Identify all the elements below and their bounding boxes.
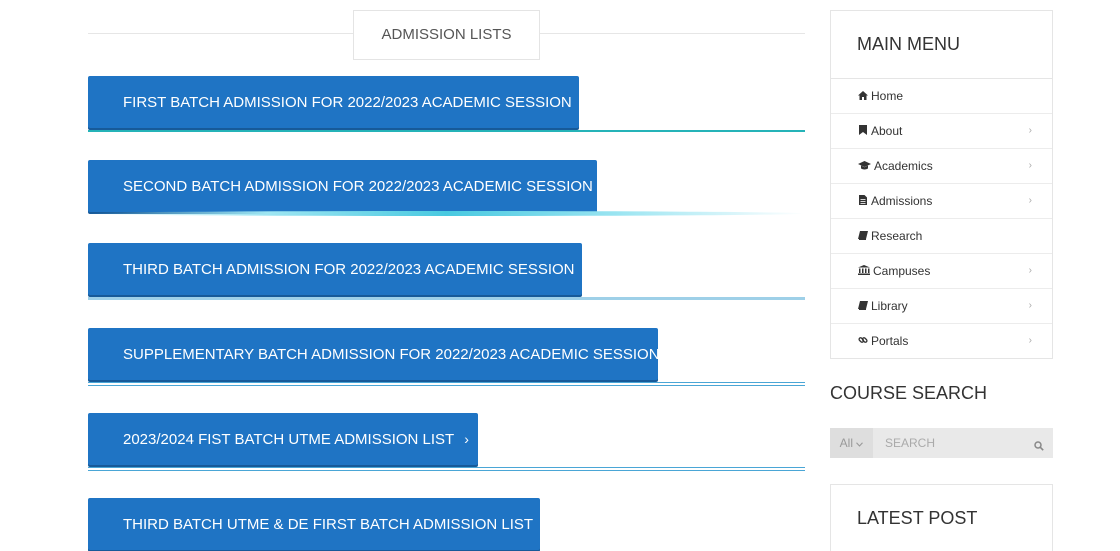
first-batch-2022-2023-button[interactable]: FIRST BATCH ADMISSION FOR 2022/2023 ACAD… [88, 76, 586, 128]
separator-line [88, 382, 805, 386]
button-label: SECOND BATCH ADMISSION FOR 2022/2023 ACA… [123, 178, 593, 195]
chevron-down-icon [856, 436, 864, 450]
home-icon [857, 81, 868, 115]
institution-icon [857, 256, 870, 290]
chevron-right-icon: › [669, 346, 675, 362]
latest-post-title: LATEST POST [857, 508, 978, 528]
second-batch-2022-2023-button[interactable]: SECOND BATCH ADMISSION FOR 2022/2023 ACA… [88, 160, 608, 212]
utme-2023-2024-first-batch-button[interactable]: 2023/2024 FIST BATCH UTME ADMISSION LIST… [88, 413, 478, 465]
chevron-right-icon: › [1028, 265, 1032, 276]
menu-item-label: Library [871, 299, 908, 313]
search-button[interactable] [1025, 428, 1053, 458]
separator-line [88, 211, 805, 216]
third-batch-utme-de-first-batch-button[interactable]: THIRD BATCH UTME & DE FIRST BATCH ADMISS… [88, 498, 548, 550]
menu-item-label: Home [871, 89, 904, 103]
bookmark-icon [857, 116, 868, 150]
button-label: FIRST BATCH ADMISSION FOR 2022/2023 ACAD… [123, 94, 572, 111]
separator-line [88, 297, 805, 300]
main-menu-title: MAIN MENU [831, 11, 1052, 79]
admission-list-item: SUPPLEMENTARY BATCH ADMISSION FOR 2022/2… [88, 328, 805, 386]
search-icon [1034, 438, 1044, 456]
menu-item-label: About [871, 124, 903, 138]
graduation-cap-icon [857, 151, 871, 185]
supplementary-batch-2022-2023-button[interactable]: SUPPLEMENTARY BATCH ADMISSION FOR 2022/2… [88, 328, 674, 380]
chevron-right-icon: › [1028, 300, 1032, 311]
menu-item-home[interactable]: Home [831, 79, 1052, 114]
separator-line [88, 467, 805, 471]
search-category-select[interactable]: All [830, 428, 873, 458]
admission-list-item: THIRD BATCH ADMISSION FOR 2022/2023 ACAD… [88, 243, 805, 300]
third-batch-2022-2023-button[interactable]: THIRD BATCH ADMISSION FOR 2022/2023 ACAD… [88, 243, 589, 295]
course-search-title: COURSE SEARCH [830, 383, 988, 403]
separator-line [88, 130, 805, 132]
menu-item-label: Portals [871, 334, 909, 348]
chevron-right-icon: › [464, 431, 469, 447]
button-label: SUPPLEMENTARY BATCH ADMISSION FOR 2022/2… [123, 346, 660, 363]
menu-item-label: Admissions [871, 194, 933, 208]
main-content: ADMISSION LISTS FIRST BATCH ADMISSION FO… [88, 0, 805, 551]
course-search-bar: All [830, 428, 1053, 458]
chevron-right-icon: › [1028, 160, 1032, 171]
admission-list-item: THIRD BATCH UTME & DE FIRST BATCH ADMISS… [88, 498, 805, 551]
menu-item-about[interactable]: About › [831, 114, 1052, 149]
menu-item-library[interactable]: Library › [831, 289, 1052, 324]
admission-list-item: SECOND BATCH ADMISSION FOR 2022/2023 ACA… [88, 160, 805, 216]
latest-post-widget: LATEST POST [830, 484, 1053, 551]
book-icon [857, 221, 868, 255]
chevron-right-icon: › [584, 261, 590, 277]
link-icon [857, 326, 868, 360]
chevron-right-icon: › [602, 178, 608, 194]
button-label: 2023/2024 FIST BATCH UTME ADMISSION LIST [123, 431, 455, 448]
menu-item-research[interactable]: Research [831, 219, 1052, 254]
menu-item-campuses[interactable]: Campuses › [831, 254, 1052, 289]
menu-item-label: Campuses [873, 264, 931, 278]
menu-item-label: Research [871, 229, 923, 243]
course-search-input[interactable] [873, 428, 1028, 458]
section-title: ADMISSION LISTS [353, 10, 540, 60]
file-text-icon [857, 186, 868, 220]
chevron-right-icon: › [1028, 195, 1032, 206]
main-menu-widget: MAIN MENU Home About › Academics › Admis… [830, 10, 1053, 359]
book-icon [857, 291, 868, 325]
menu-item-academics[interactable]: Academics › [831, 149, 1052, 184]
admission-list-item: FIRST BATCH ADMISSION FOR 2022/2023 ACAD… [88, 76, 805, 132]
menu-item-portals[interactable]: Portals › [831, 324, 1052, 359]
chevron-right-icon: › [1028, 125, 1032, 136]
chevron-right-icon: › [1028, 335, 1032, 346]
menu-item-label: Academics [874, 159, 933, 173]
menu-item-admissions[interactable]: Admissions › [831, 184, 1052, 219]
chevron-right-icon: › [581, 94, 587, 110]
button-label: THIRD BATCH ADMISSION FOR 2022/2023 ACAD… [123, 261, 575, 278]
chevron-right-icon: › [543, 516, 548, 532]
admission-list-item: 2023/2024 FIST BATCH UTME ADMISSION LIST… [88, 413, 805, 471]
button-label: THIRD BATCH UTME & DE FIRST BATCH ADMISS… [123, 516, 534, 533]
section-header: ADMISSION LISTS [88, 10, 805, 60]
search-category-value: All [839, 436, 853, 450]
